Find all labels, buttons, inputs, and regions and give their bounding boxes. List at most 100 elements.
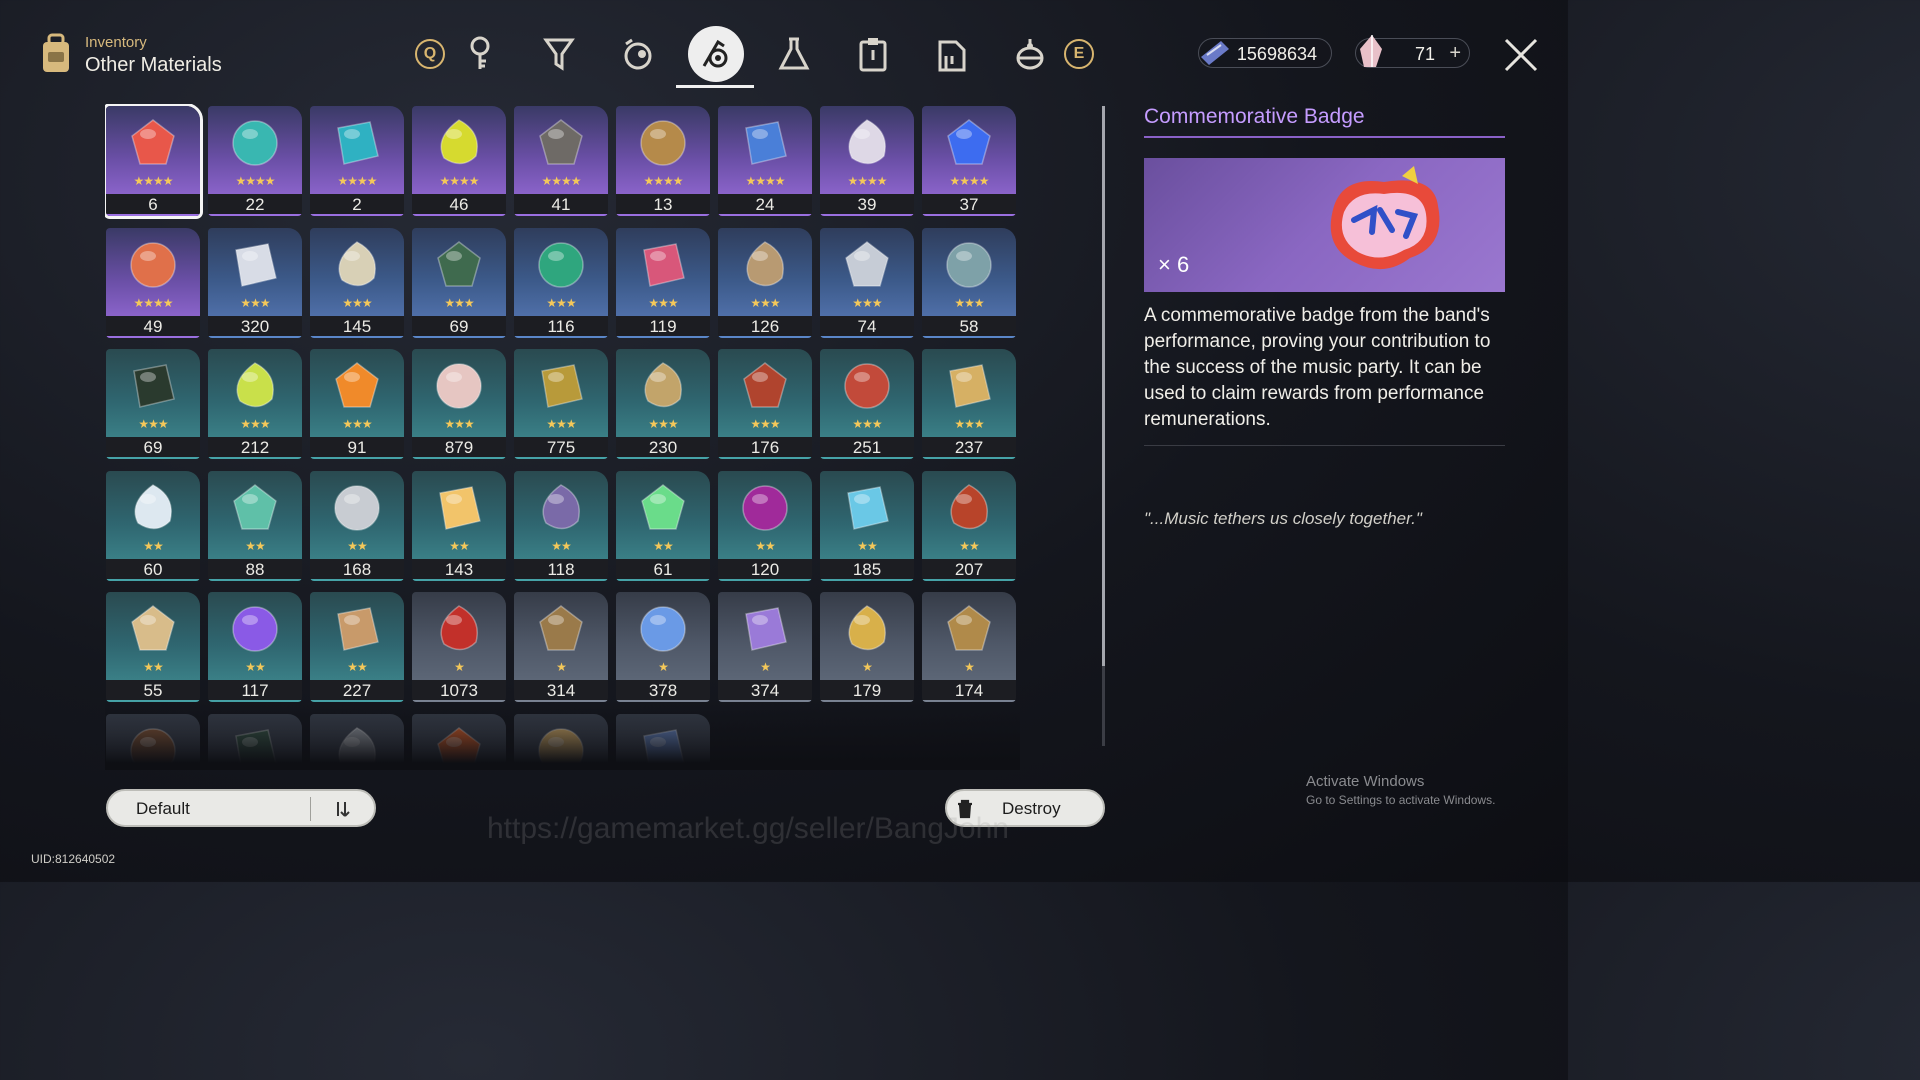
- inventory-item[interactable]: ★★ 55: [106, 592, 200, 702]
- inventory-item[interactable]: ★ 314: [514, 592, 608, 702]
- inventory-item[interactable]: ★★★ 251: [820, 349, 914, 459]
- inventory-item[interactable]: ★★★ 320: [208, 227, 302, 338]
- rarity-stars: ★★★: [342, 295, 372, 310]
- inventory-item[interactable]: ★★★★ 2: [310, 106, 404, 216]
- inventory-item[interactable]: ★ 374: [718, 592, 812, 702]
- close-icon[interactable]: [1502, 36, 1540, 74]
- tab-consumables[interactable]: [772, 32, 816, 76]
- item-count: 41: [514, 194, 608, 216]
- inventory-item[interactable]: ★★ 88: [208, 470, 302, 581]
- inventory-item[interactable]: ★★★★ 6: [105, 104, 203, 219]
- inventory-item[interactable]: ★★★★ 13: [616, 106, 710, 216]
- key-icon: [470, 36, 490, 69]
- inventory-item[interactable]: ★★★★ 24: [718, 106, 812, 216]
- inventory-item[interactable]: ★★★ 74: [820, 227, 914, 338]
- wheat-icon: [848, 605, 886, 651]
- rarity-stars: ★★: [245, 660, 266, 674]
- rarity-stars: ★★★: [648, 295, 678, 310]
- rarity-stars: ★★: [755, 538, 776, 553]
- item-count: 60: [106, 558, 200, 581]
- inventory-item[interactable]: ★ 1073: [412, 592, 506, 702]
- tab-missions[interactable]: [851, 32, 895, 76]
- active-tab-indicator: [676, 85, 754, 88]
- inventory-item[interactable]: ★★ 60: [106, 470, 200, 581]
- inventory-item[interactable]: ★★ 185: [820, 470, 914, 581]
- inventory-item[interactable]: ★★ 207: [922, 470, 1016, 581]
- inventory-item[interactable]: ★★ 118: [514, 470, 608, 581]
- item-count: 179: [820, 680, 914, 702]
- inventory-item[interactable]: ★★ 143: [412, 470, 506, 581]
- inventory-item[interactable]: ★★ 227: [310, 592, 404, 702]
- jade-box-icon: [233, 483, 277, 530]
- inventory-item[interactable]: ★★★ 69: [106, 349, 200, 459]
- inventory-item[interactable]: ★★★★ 39: [820, 106, 914, 216]
- tab-valuables[interactable]: [930, 32, 974, 76]
- inventory-item[interactable]: ★★★ 230: [616, 349, 710, 459]
- inventory-item[interactable]: ★★★ 116: [514, 227, 608, 338]
- inventory-item[interactable]: [514, 713, 608, 764]
- rarity-stars: ★★★★: [643, 174, 683, 188]
- tab-next-key[interactable]: E: [1064, 39, 1094, 69]
- rarity-underline: [820, 457, 914, 459]
- inventory-item[interactable]: [412, 713, 506, 764]
- inventory-item[interactable]: ★★★★ 37: [922, 106, 1016, 216]
- rarity-underline: [412, 700, 506, 702]
- tab-upgrade-materials[interactable]: [616, 32, 660, 76]
- inventory-item[interactable]: ★ 378: [616, 592, 710, 702]
- inventory-item[interactable]: ★★★ 237: [922, 349, 1016, 459]
- inventory-item[interactable]: ★ 179: [820, 592, 914, 702]
- inventory-item[interactable]: ★★★ 69: [412, 227, 506, 338]
- rarity-stars: ★★★★: [235, 174, 275, 188]
- inventory-item[interactable]: [310, 713, 404, 764]
- section-label: Inventory: [85, 34, 147, 51]
- inventory-item[interactable]: ★★★ 126: [718, 227, 812, 338]
- sprout-icon: [440, 119, 478, 165]
- add-jade-button[interactable]: +: [1449, 42, 1461, 65]
- inventory-item[interactable]: ★★★ 176: [718, 349, 812, 459]
- rarity-stars: ★★★: [648, 417, 678, 431]
- inventory-item[interactable]: ★★★ 145: [310, 227, 404, 338]
- tab-prev-key[interactable]: Q: [415, 39, 445, 69]
- item-detail-panel: Commemorative Badge × 6 A commemorative …: [1144, 105, 1506, 565]
- tab-gifts[interactable]: [1008, 32, 1052, 76]
- inventory-item[interactable]: ★★★ 119: [616, 227, 710, 338]
- inventory-item[interactable]: ★★★ 58: [922, 227, 1016, 338]
- teal-coin-icon: [232, 120, 278, 166]
- rarity-stars: ★: [760, 660, 771, 674]
- tab-other-materials[interactable]: [688, 26, 744, 82]
- inventory-item[interactable]: ★★★★ 41: [514, 106, 608, 216]
- inventory-item[interactable]: [616, 713, 710, 764]
- inventory-item[interactable]: ★★★★ 49: [106, 227, 200, 338]
- item-count: 74: [820, 315, 914, 338]
- inventory-item[interactable]: ★★ 61: [616, 470, 710, 581]
- tab-light-cones[interactable]: [537, 32, 581, 76]
- rarity-underline: [514, 457, 608, 459]
- inventory-item[interactable]: ★ 174: [922, 592, 1016, 702]
- item-count: 314: [514, 680, 608, 702]
- item-count: 168: [310, 558, 404, 581]
- inventory-item[interactable]: ★★★★ 46: [412, 106, 506, 216]
- leaf-gem-icon: [641, 483, 685, 530]
- inventory-item[interactable]: ★★★ 212: [208, 349, 302, 459]
- blue-flame-icon: [947, 119, 991, 165]
- item-count: 320: [208, 315, 302, 338]
- inventory-item[interactable]: ★★★★ 22: [208, 106, 302, 216]
- rarity-underline: [616, 457, 710, 459]
- sort-button[interactable]: Default: [106, 789, 376, 827]
- item-count: 119: [616, 315, 710, 338]
- inventory-item[interactable]: [106, 713, 200, 764]
- inventory-item[interactable]: ★★ 120: [718, 470, 812, 581]
- inventory-item[interactable]: ★★ 117: [208, 592, 302, 702]
- inventory-item[interactable]: ★★ 168: [310, 470, 404, 581]
- rarity-stars: ★★★: [240, 295, 270, 310]
- inventory-item[interactable]: [208, 713, 302, 764]
- lime-cubes-icon: [236, 362, 274, 408]
- scrollbar-thumb[interactable]: [1102, 106, 1105, 666]
- tab-relics[interactable]: [458, 32, 502, 76]
- rarity-stars: ★★: [143, 538, 164, 553]
- rarity-stars: ★★★★: [133, 295, 173, 310]
- sort-order-icon[interactable]: [333, 800, 351, 818]
- inventory-item[interactable]: ★★★ 91: [310, 349, 404, 459]
- inventory-item[interactable]: ★★★ 775: [514, 349, 608, 459]
- inventory-item[interactable]: ★★★ 879: [412, 349, 506, 459]
